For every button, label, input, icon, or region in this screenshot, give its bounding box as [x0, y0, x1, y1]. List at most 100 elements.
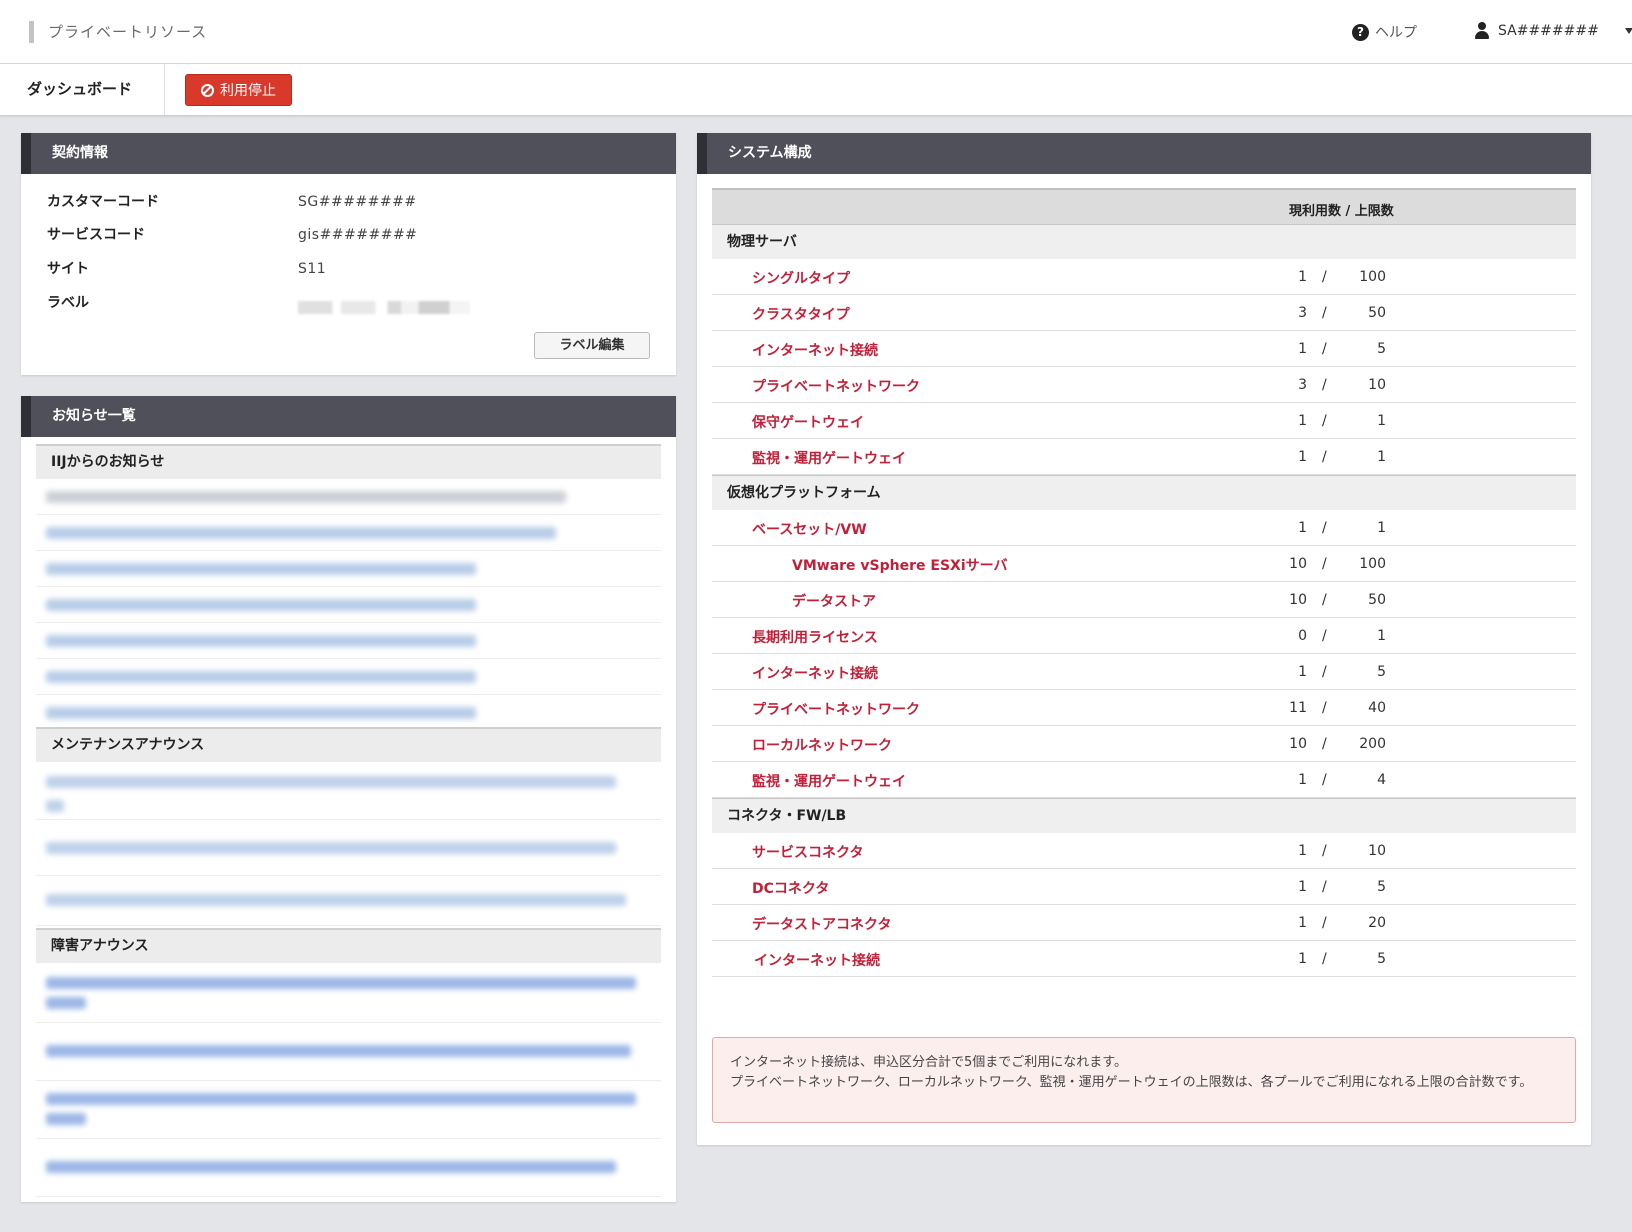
current-count: 1	[1298, 269, 1307, 285]
resource-link[interactable]: データストアコネクタ	[752, 914, 891, 934]
notice-item[interactable]	[36, 587, 661, 623]
stop-usage-button[interactable]: 利用停止	[185, 74, 292, 106]
user-menu[interactable]: SA#######	[1474, 22, 1632, 39]
note-line: インターネット接続は、申込区分合計で5個までご利用になれます。	[730, 1055, 1127, 1070]
max-count: 100	[1359, 269, 1386, 285]
label-label: ラベル	[47, 295, 89, 311]
resource-link[interactable]: ローカルネットワーク	[752, 735, 892, 755]
table-row: インターネット接続 1 / 5	[712, 654, 1576, 690]
resource-link[interactable]: 保守ゲートウェイ	[752, 412, 864, 432]
notice-item[interactable]	[36, 965, 661, 1023]
max-count: 5	[1377, 879, 1386, 895]
resource-link[interactable]: シングルタイプ	[752, 268, 850, 288]
table-row: シングルタイプ 1 / 100	[712, 259, 1576, 295]
notice-item[interactable]	[36, 876, 661, 926]
contract-panel: 契約情報 カスタマーコード SG######## サービスコード gis####…	[21, 133, 676, 375]
current-count: 1	[1298, 520, 1307, 536]
table-header: 現利用数 / 上限数	[712, 188, 1576, 224]
notice-item[interactable]	[36, 820, 661, 876]
separator: /	[1322, 556, 1327, 572]
resource-link[interactable]: プライベートネットワーク	[752, 376, 920, 396]
resource-link[interactable]: VMware vSphere ESXiサーバ	[792, 555, 1008, 575]
label-edit-button[interactable]: ラベル編集	[534, 332, 650, 359]
notice-item[interactable]	[36, 1081, 661, 1139]
current-count: 10	[1289, 736, 1307, 752]
max-count: 200	[1359, 736, 1386, 752]
current-count: 11	[1289, 700, 1307, 716]
notice-item[interactable]	[36, 551, 661, 587]
max-count: 50	[1368, 592, 1386, 608]
max-count: 40	[1368, 700, 1386, 716]
max-count: 10	[1368, 377, 1386, 393]
separator: /	[1322, 915, 1327, 931]
separator: /	[1322, 413, 1327, 429]
current-count: 1	[1298, 951, 1307, 967]
separator: /	[1322, 520, 1327, 536]
resource-link[interactable]: ベースセット/VW	[752, 519, 867, 539]
notice-item[interactable]	[36, 623, 661, 659]
separator: /	[1322, 592, 1327, 608]
max-count: 5	[1377, 341, 1386, 357]
separator: /	[1322, 341, 1327, 357]
resource-link[interactable]: データストア	[792, 591, 876, 611]
notice-item[interactable]	[36, 1023, 661, 1081]
notice-item[interactable]	[36, 764, 661, 820]
table-row: VMware vSphere ESXiサーバ 10 / 100	[712, 546, 1576, 582]
max-count: 50	[1368, 305, 1386, 321]
table-row: ベースセット/VW 1 / 1	[712, 510, 1576, 546]
separator: /	[1322, 736, 1327, 752]
stop-button-label: 利用停止	[220, 83, 276, 99]
panel-title: お知らせ一覧	[21, 396, 676, 437]
note-line: プライベートネットワーク、ローカルネットワーク、監視・運用ゲートウェイの上限数は…	[730, 1075, 1533, 1090]
user-name: SA#######	[1498, 22, 1599, 39]
table-row: データストア 10 / 50	[712, 582, 1576, 618]
notice-item[interactable]	[36, 1139, 661, 1197]
table-row: インターネット接続 1 / 5	[712, 941, 1576, 977]
help-link[interactable]: ? ヘルプ	[1352, 22, 1417, 42]
resource-link[interactable]: プライベートネットワーク	[752, 699, 920, 719]
current-count: 1	[1298, 449, 1307, 465]
table-row: インターネット接続 1 / 5	[712, 331, 1576, 367]
table-row: データストアコネクタ 1 / 20	[712, 905, 1576, 941]
panel-title: 契約情報	[21, 133, 676, 174]
table-row: 監視・運用ゲートウェイ 1 / 4	[712, 762, 1576, 798]
tab-dashboard[interactable]: ダッシュボード	[0, 64, 165, 115]
max-count: 5	[1377, 951, 1386, 967]
table-row: ローカルネットワーク 10 / 200	[712, 726, 1576, 762]
app-title[interactable]: プライベートリソース	[29, 21, 207, 43]
notice-item[interactable]	[36, 479, 661, 515]
resource-link[interactable]: 長期利用ライセンス	[752, 627, 878, 647]
current-count: 1	[1298, 341, 1307, 357]
customer-code-label: カスタマーコード	[47, 194, 159, 210]
service-code-value: gis########	[298, 227, 418, 243]
table-row: DCコネクタ 1 / 5	[712, 869, 1576, 905]
resource-link[interactable]: DCコネクタ	[752, 878, 829, 898]
resource-link[interactable]: インターネット接続	[752, 663, 878, 683]
resource-link[interactable]: 監視・運用ゲートウェイ	[752, 771, 906, 791]
help-label: ヘルプ	[1375, 25, 1417, 41]
current-count: 1	[1298, 413, 1307, 429]
resource-link[interactable]: インターネット接続	[754, 950, 880, 970]
notice-item[interactable]	[36, 659, 661, 695]
group-physical-server: 物理サーバ	[712, 224, 1576, 259]
sub-nav: ダッシュボード 利用停止	[0, 64, 1632, 116]
notice-section-maintenance: メンテナンスアナウンス	[36, 727, 661, 762]
resource-link[interactable]: インターネット接続	[752, 340, 878, 360]
current-count: 10	[1289, 592, 1307, 608]
notice-item[interactable]	[36, 515, 661, 551]
notice-item[interactable]	[36, 695, 661, 731]
max-count: 4	[1377, 772, 1386, 788]
user-icon	[1474, 22, 1490, 39]
table-row: 保守ゲートウェイ 1 / 1	[712, 403, 1576, 439]
resource-link[interactable]: クラスタタイプ	[752, 304, 850, 324]
usage-column-header: 現利用数 / 上限数	[1289, 204, 1394, 219]
notice-section-iij: IIJからのお知らせ	[36, 444, 661, 479]
resource-link[interactable]: 監視・運用ゲートウェイ	[752, 448, 906, 468]
notices-panel: お知らせ一覧 IIJからのお知らせ メンテナンスアナウンス 障害アナウンス	[21, 396, 676, 1202]
max-count: 1	[1377, 628, 1386, 644]
separator: /	[1322, 951, 1327, 967]
resource-link[interactable]: サービスコネクタ	[752, 842, 863, 862]
max-count: 1	[1377, 449, 1386, 465]
panel-title: システム構成	[697, 133, 1591, 174]
current-count: 10	[1289, 556, 1307, 572]
